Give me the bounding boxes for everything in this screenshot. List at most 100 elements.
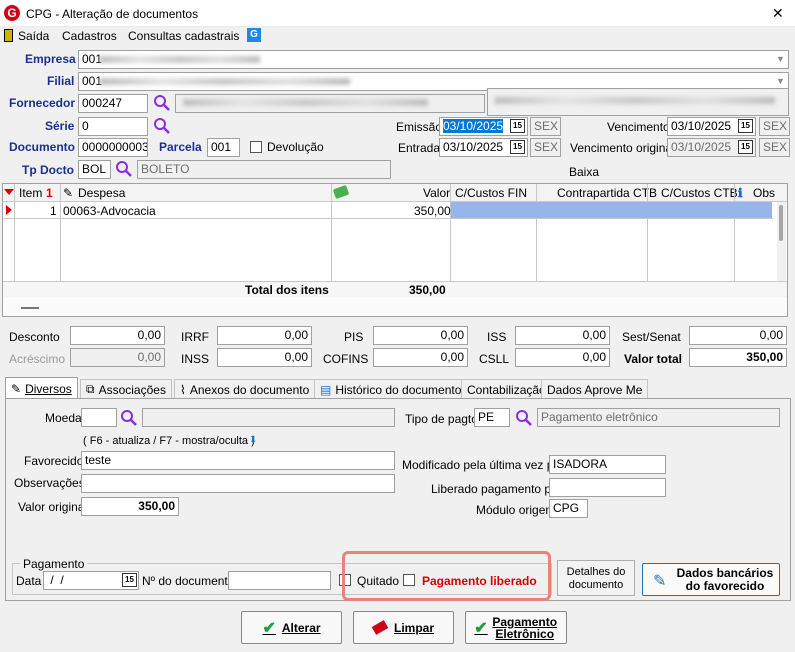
documento-input[interactable]: 0000000003 bbox=[78, 138, 148, 157]
cofins-input[interactable]: 0,00 bbox=[373, 348, 468, 367]
calendar-icon[interactable]: 15 bbox=[510, 119, 525, 133]
grid-hscroll[interactable] bbox=[3, 299, 787, 316]
col-despesa[interactable]: Despesa bbox=[78, 186, 125, 201]
col-contrapartida[interactable]: Contrapartida CTB bbox=[557, 186, 657, 201]
pagamento-liberado-checkbox[interactable] bbox=[403, 574, 415, 586]
tab-contabilizacao[interactable]: Contabilização bbox=[461, 379, 552, 399]
dados-bancarios-button[interactable]: ✎ Dados bancários do favorecido bbox=[642, 563, 780, 596]
devolucao-checkbox[interactable] bbox=[250, 141, 262, 153]
liberado-por-input bbox=[549, 478, 666, 497]
search-icon[interactable] bbox=[153, 117, 171, 135]
devolucao-label: Devolução bbox=[267, 140, 324, 154]
edit-icon: ✎ bbox=[63, 186, 74, 200]
row-pointer-icon bbox=[6, 205, 12, 215]
search-icon[interactable] bbox=[515, 409, 533, 427]
entrada-day: SEX bbox=[530, 138, 561, 157]
col-cc-ctb[interactable]: C/Custos CTB bbox=[661, 186, 738, 201]
desconto-input[interactable]: 0,00 bbox=[70, 326, 165, 345]
search-icon[interactable] bbox=[120, 409, 138, 427]
table-row[interactable]: 1 00063-Advocacia 350,00 bbox=[3, 202, 773, 219]
parcela-input[interactable]: 001 bbox=[207, 138, 240, 157]
entrada-label: Entrada bbox=[398, 141, 441, 155]
documento-label: Documento bbox=[9, 140, 75, 154]
tab-label: Diversos bbox=[25, 381, 72, 396]
window-title: CPG - Alteração de documentos bbox=[26, 7, 199, 21]
venc-orig-value: 03/10/2025 bbox=[671, 140, 732, 154]
tab-associacoes[interactable]: ⧉ Associações bbox=[80, 379, 172, 399]
venc-orig-day: SEX bbox=[759, 138, 790, 157]
sest-input[interactable]: 0,00 bbox=[689, 326, 787, 345]
tpdocto-desc: BOLETO bbox=[137, 160, 391, 179]
desconto-label: Desconto bbox=[9, 330, 60, 344]
inss-input[interactable]: 0,00 bbox=[217, 348, 312, 367]
calendar-icon: 15 bbox=[738, 140, 753, 154]
refresh-icon[interactable]: G bbox=[247, 28, 261, 42]
title-bar: G CPG - Alteração de documentos ✕ bbox=[0, 0, 795, 27]
filial-redacted bbox=[100, 78, 350, 85]
irrf-input[interactable]: 0,00 bbox=[217, 326, 312, 345]
pagamento-eletronico-button[interactable]: ✔ Pagamento Eletrônico bbox=[465, 611, 567, 644]
fornecedor-input[interactable]: 000247 bbox=[78, 94, 148, 113]
observacoes-label: Observações bbox=[14, 476, 85, 490]
grid-vscroll[interactable] bbox=[777, 202, 786, 282]
valor-original-label: Valor original bbox=[18, 500, 88, 514]
tipo-pagto-desc-text: Pagamento eletrônico bbox=[541, 410, 658, 424]
tab-anexos[interactable]: ⌇ Anexos do documento bbox=[174, 379, 316, 399]
documento-value: 0000000003 bbox=[82, 140, 148, 154]
pis-label: PIS bbox=[344, 330, 364, 344]
row-item: 1 bbox=[50, 204, 57, 218]
favorecido-input[interactable]: teste bbox=[81, 451, 395, 470]
pencil-icon: ✎ bbox=[653, 573, 667, 590]
pagamento-eletronico-label: Pagamento Eletrônico bbox=[492, 614, 558, 641]
ndoc-input[interactable] bbox=[228, 571, 331, 590]
col-obs[interactable]: Obs bbox=[753, 186, 775, 201]
moeda-hint: ( F6 - atualiza / F7 - mostra/oculta ) bbox=[83, 435, 255, 447]
exit-icon bbox=[4, 29, 13, 42]
moeda-input[interactable] bbox=[81, 408, 117, 427]
tab-diversos[interactable]: ✎ Diversos bbox=[5, 377, 78, 399]
tipo-pagto-value: PE bbox=[478, 410, 495, 424]
pis-value: 0,00 bbox=[440, 328, 464, 342]
calendar-icon[interactable]: 15 bbox=[122, 573, 137, 587]
tpdocto-input[interactable]: BOL bbox=[78, 160, 111, 179]
calendar-icon[interactable]: 15 bbox=[738, 119, 753, 133]
emissao-day-text: SEX bbox=[534, 119, 559, 133]
col-cc-fin[interactable]: C/Custos FIN bbox=[455, 186, 527, 201]
menu-exit[interactable]: Saída bbox=[18, 29, 49, 43]
irrf-value: 0,00 bbox=[284, 328, 308, 342]
info-icon: ℹ bbox=[738, 186, 743, 200]
calendar-icon[interactable]: 15 bbox=[510, 140, 525, 154]
detalhes-documento-button[interactable]: Detalhes do documento bbox=[557, 560, 635, 596]
close-icon[interactable]: ✕ bbox=[772, 5, 784, 22]
sest-value: 0,00 bbox=[759, 328, 783, 342]
valor-original-input: 350,00 bbox=[81, 497, 179, 516]
menu-registers[interactable]: Cadastros bbox=[62, 29, 117, 43]
limpar-label: Limpar bbox=[393, 620, 434, 635]
fornecedor-value: 000247 bbox=[82, 96, 123, 110]
csll-input[interactable]: 0,00 bbox=[515, 348, 610, 367]
tab-aprove-me[interactable]: Dados Aprove Me bbox=[541, 379, 649, 399]
tab-historico[interactable]: ▤ Histórico do documento bbox=[314, 379, 468, 399]
chevron-down-icon[interactable]: ▼ bbox=[773, 51, 788, 68]
empresa-label: Empresa bbox=[25, 52, 76, 66]
search-icon[interactable] bbox=[153, 94, 171, 112]
tipo-pagto-input[interactable]: PE bbox=[474, 408, 510, 427]
limpar-button[interactable]: Limpar bbox=[353, 611, 454, 644]
checkmark-icon: ✔ bbox=[262, 619, 276, 637]
observacoes-input[interactable] bbox=[81, 474, 395, 493]
iss-input[interactable]: 0,00 bbox=[515, 326, 610, 345]
row-despesa: 00063-Advocacia bbox=[63, 204, 156, 218]
search-icon[interactable] bbox=[115, 160, 133, 178]
venc-orig-day-text: SEX bbox=[763, 140, 788, 154]
col-item[interactable]: Item bbox=[19, 186, 42, 201]
col-valor[interactable]: Valor bbox=[423, 186, 450, 201]
data-label: Data bbox=[16, 574, 42, 588]
tpdocto-desc-text: BOLETO bbox=[141, 162, 190, 176]
sort-number-icon: 1 bbox=[46, 186, 53, 200]
alterar-button[interactable]: ✔ Alterar bbox=[241, 611, 342, 644]
menu-queries[interactable]: Consultas cadastrais bbox=[128, 29, 239, 43]
serie-input[interactable]: 0 bbox=[78, 117, 148, 136]
pis-input[interactable]: 0,00 bbox=[373, 326, 468, 345]
row-valor: 350,00 bbox=[414, 204, 451, 218]
iss-label: ISS bbox=[487, 330, 507, 344]
